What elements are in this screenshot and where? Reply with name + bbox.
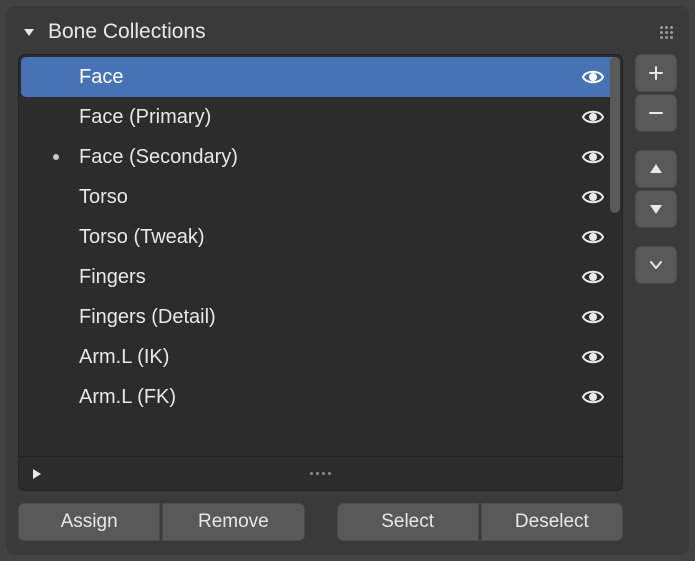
- visibility-toggle[interactable]: [578, 304, 608, 330]
- chevron-down-icon: [648, 257, 664, 273]
- visibility-toggle[interactable]: [578, 344, 608, 370]
- list-item[interactable]: Face (Primary): [21, 97, 620, 137]
- minus-icon: [647, 104, 665, 122]
- triangle-down-icon: [648, 201, 664, 217]
- list-item-label: Torso (Tweak): [67, 226, 578, 249]
- list-item[interactable]: Torso (Tweak): [21, 217, 620, 257]
- eye-icon: [580, 384, 606, 410]
- visibility-toggle[interactable]: [578, 384, 608, 410]
- list-item-label: Fingers: [67, 266, 578, 289]
- list-item-label: Fingers (Detail): [67, 306, 578, 329]
- panel-title: Bone Collections: [48, 20, 206, 44]
- visibility-toggle[interactable]: [578, 184, 608, 210]
- bone-collections-panel: Bone Collections Face Face (Primary) Fac…: [6, 6, 689, 555]
- list-item[interactable]: Arm.L (IK): [21, 337, 620, 377]
- list-item-label: Face: [67, 66, 578, 89]
- plus-icon: [647, 64, 665, 82]
- resize-grip-icon[interactable]: [310, 472, 331, 475]
- list-item[interactable]: Fingers: [21, 257, 620, 297]
- eye-icon: [580, 104, 606, 130]
- add-button[interactable]: [635, 54, 677, 92]
- collections-list: Face Face (Primary) Face (Secondary) Tor…: [18, 54, 623, 491]
- deselect-button[interactable]: Deselect: [481, 503, 623, 541]
- move-down-button[interactable]: [635, 190, 677, 228]
- list-item-label: Face (Primary): [67, 106, 578, 129]
- list-item-label: Torso: [67, 186, 578, 209]
- move-up-button[interactable]: [635, 150, 677, 188]
- list-item-label: Arm.L (IK): [67, 346, 578, 369]
- list-item[interactable]: Arm.L (FK): [21, 377, 620, 417]
- specials-menu-button[interactable]: [635, 246, 677, 284]
- eye-icon: [580, 304, 606, 330]
- assign-remove-group: Assign Remove: [18, 503, 305, 541]
- eye-icon: [580, 184, 606, 210]
- visibility-toggle[interactable]: [578, 64, 608, 90]
- visibility-toggle[interactable]: [578, 144, 608, 170]
- list-footer: [19, 456, 622, 490]
- drag-handle-icon[interactable]: [660, 26, 677, 39]
- visibility-toggle[interactable]: [578, 264, 608, 290]
- bottom-buttons: Assign Remove Select Deselect: [18, 503, 623, 541]
- visibility-toggle[interactable]: [578, 104, 608, 130]
- panel-header[interactable]: Bone Collections: [18, 16, 677, 54]
- eye-icon: [580, 264, 606, 290]
- scrollbar-thumb[interactable]: [610, 57, 620, 213]
- list-item[interactable]: Face: [21, 57, 620, 97]
- select-deselect-group: Select Deselect: [337, 503, 624, 541]
- list-box-wrapper: Face Face (Primary) Face (Secondary) Tor…: [18, 54, 623, 541]
- list-item[interactable]: Torso: [21, 177, 620, 217]
- list-item-label: Face (Secondary): [67, 146, 578, 169]
- assign-button[interactable]: Assign: [18, 503, 160, 541]
- dot-icon: [53, 154, 59, 160]
- eye-icon: [580, 144, 606, 170]
- eye-icon: [580, 344, 606, 370]
- eye-icon: [580, 224, 606, 250]
- select-button[interactable]: Select: [337, 503, 479, 541]
- side-buttons: [635, 54, 677, 541]
- visibility-toggle[interactable]: [578, 224, 608, 250]
- active-indicator: [45, 154, 67, 160]
- expand-arrow-icon[interactable]: [31, 468, 43, 480]
- list-item[interactable]: Face (Secondary): [21, 137, 620, 177]
- remove-item-button[interactable]: [635, 94, 677, 132]
- triangle-up-icon: [648, 161, 664, 177]
- chevron-down-icon: [20, 25, 38, 39]
- panel-body: Face Face (Primary) Face (Secondary) Tor…: [18, 54, 677, 541]
- eye-icon: [580, 64, 606, 90]
- list-item[interactable]: Fingers (Detail): [21, 297, 620, 337]
- remove-button[interactable]: Remove: [162, 503, 304, 541]
- list-item-label: Arm.L (FK): [67, 386, 578, 409]
